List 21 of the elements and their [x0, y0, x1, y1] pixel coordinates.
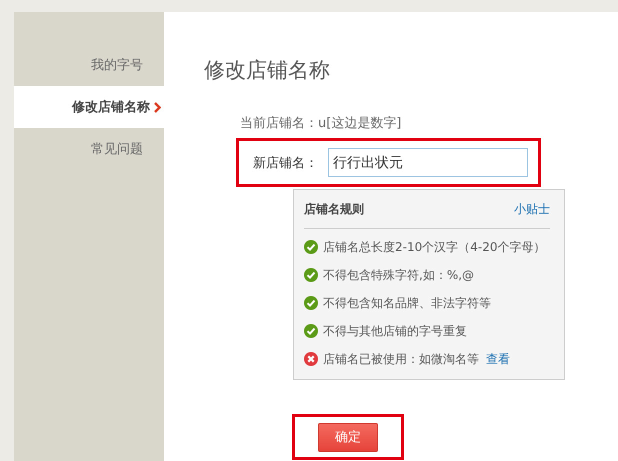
- tips-link[interactable]: 小贴士: [514, 200, 550, 218]
- field-label: 新店铺名：: [253, 154, 319, 172]
- sidebar-item[interactable]: 我的字号: [91, 56, 143, 74]
- store-name-field[interactable]: 行行出状元: [328, 148, 528, 177]
- rules-title: 店铺名规则: [304, 200, 364, 218]
- check-icon: [304, 268, 318, 282]
- rule-text: 不得与其他店铺的字号重复: [323, 322, 467, 340]
- current-name-text: 当前店铺名：u[这边是数字]: [240, 115, 402, 132]
- rule-text: 不得包含知名品牌、非法字符等: [323, 294, 491, 312]
- confirm-button[interactable]: 确定: [318, 422, 378, 452]
- chevron-right-icon: [154, 102, 161, 112]
- view-link[interactable]: 查看: [486, 350, 510, 368]
- rule-text: 店铺名已被使用：如微淘名等: [323, 350, 479, 368]
- rule-text: 不得包含特殊字符,如：%,@: [323, 266, 474, 284]
- sidebar-item[interactable]: 常见问题: [91, 140, 143, 158]
- check-icon: [304, 240, 318, 254]
- error-icon: [304, 352, 318, 366]
- rule-text: 店铺名总长度2-10个汉字（4-20个字母）: [323, 238, 546, 256]
- page-title: 修改店铺名称: [204, 57, 330, 84]
- check-icon: [304, 296, 318, 310]
- check-icon: [304, 324, 318, 338]
